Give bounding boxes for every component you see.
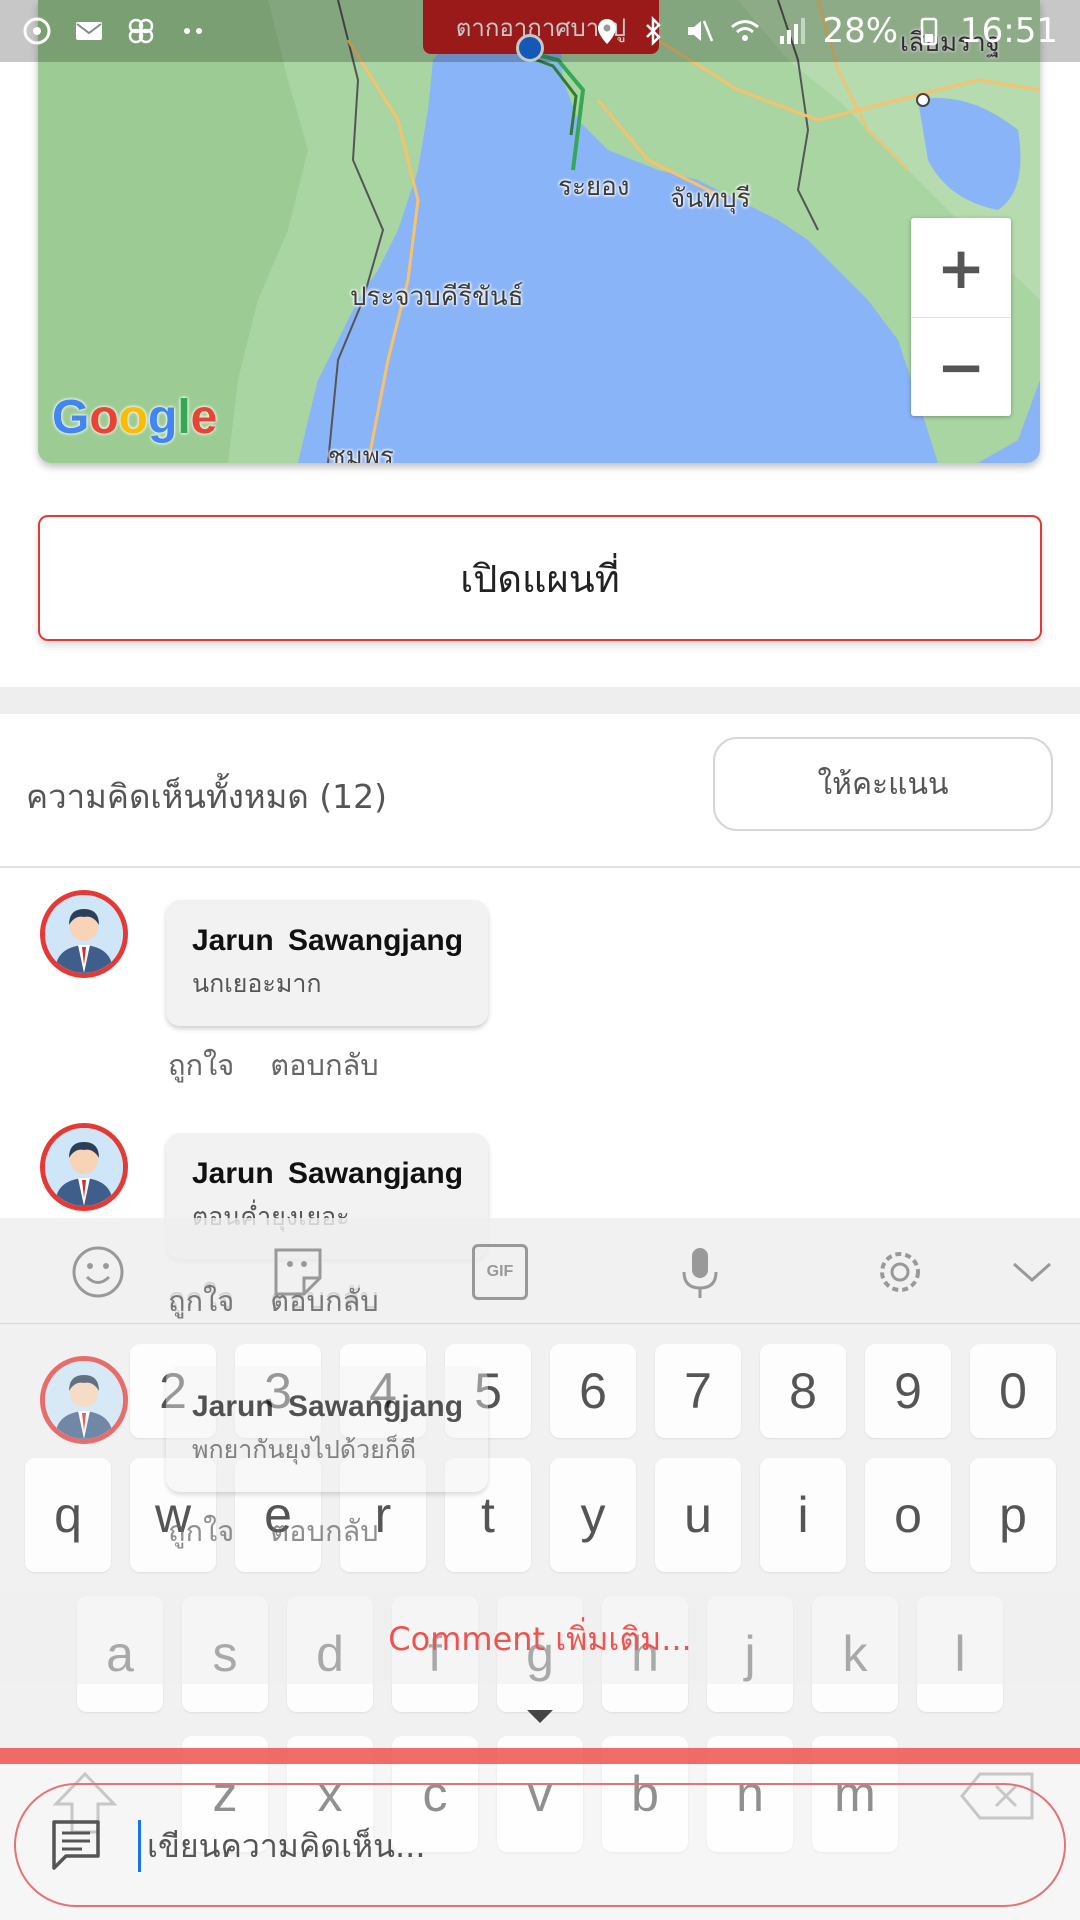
location-icon <box>598 19 617 44</box>
mute-icon <box>688 20 714 42</box>
user-avatar-icon <box>45 1361 123 1439</box>
comment-icon <box>52 1820 100 1870</box>
avatar[interactable] <box>40 1123 128 1211</box>
mail-icon <box>76 22 102 40</box>
like-link[interactable]: ถูกใจ <box>168 1042 234 1088</box>
rotate-lock-icon <box>23 17 51 45</box>
like-link[interactable]: ถูกใจ <box>168 1508 234 1554</box>
map-label-chumphon: ชุมพร <box>328 442 394 463</box>
pinwheel-icon <box>128 18 154 44</box>
avatar[interactable] <box>40 1356 128 1444</box>
more-comments-link[interactable]: Comment เพิ่มเติม... <box>0 1614 1080 1665</box>
map-view[interactable]: ระยอง จันทบุรี ประจวบคีรีขันธ์ ชุมพร เสี… <box>38 0 1040 463</box>
battery-percent: 28% <box>822 11 899 51</box>
map-label-chanthaburi: จันทบุรี <box>670 184 751 214</box>
settings-icon[interactable] <box>872 1244 928 1300</box>
comment-input[interactable] <box>138 1820 998 1872</box>
status-bar: 28% 16:51 <box>0 0 1080 62</box>
clock: 16:51 <box>960 11 1058 51</box>
map-label-rayong: ระยอง <box>558 172 630 202</box>
collapse-icon[interactable] <box>1004 1244 1060 1300</box>
comment-item: Jarun Sawangjang นกเยอะมาก ถูกใจ ตอบกลับ <box>0 890 1080 1120</box>
emoji-icon[interactable] <box>70 1244 126 1300</box>
user-avatar-icon <box>45 895 123 973</box>
input-accent-line <box>0 1748 1080 1764</box>
comment-item: Jarun Sawangjang พกยากันยุงไปด้วยก็ดี ถู… <box>0 1356 1080 1586</box>
comment-author[interactable]: Jarun Sawangjang <box>192 1157 463 1191</box>
bluetooth-icon <box>646 16 662 46</box>
header-divider <box>0 866 1080 868</box>
zoom-out-button[interactable]: − <box>911 317 1011 416</box>
zoom-in-button[interactable]: + <box>911 218 1011 317</box>
map-label-prachuap: ประจวบคีรีขันธ์ <box>350 282 524 312</box>
reply-link[interactable]: ตอบกลับ <box>270 1508 378 1554</box>
section-divider <box>0 687 1080 714</box>
reply-link[interactable]: ตอบกลับ <box>270 1042 378 1088</box>
like-link[interactable]: ถูกใจ <box>168 1278 234 1324</box>
signal-icon <box>780 18 806 44</box>
battery-icon <box>920 17 938 46</box>
comment-author[interactable]: Jarun Sawangjang <box>192 924 463 958</box>
open-map-button[interactable]: เปิดแผนที่ <box>38 515 1042 641</box>
keyboard-toolbar: GIF <box>0 1218 1080 1324</box>
avatar[interactable] <box>40 890 128 978</box>
microphone-icon[interactable] <box>672 1244 728 1300</box>
comment-author[interactable]: Jarun Sawangjang <box>192 1390 463 1424</box>
comment-actions-overlay: ถูกใจ ตอบกลับ <box>168 1278 379 1324</box>
gif-icon[interactable]: GIF <box>472 1244 528 1300</box>
comment-bubble: Jarun Sawangjang นกเยอะมาก <box>166 900 488 1026</box>
zoom-control: + − <box>911 218 1011 416</box>
user-avatar-icon <box>45 1128 123 1206</box>
more-dots-icon <box>184 28 202 34</box>
comment-text: พกยากันยุงไปด้วยก็ดี <box>192 1435 417 1464</box>
comments-title: ความคิดเห็นทั้งหมด (12) <box>26 777 388 816</box>
comment-bubble: Jarun Sawangjang พกยากันยุงไปด้วยก็ดี <box>166 1366 488 1492</box>
reply-link[interactable]: ตอบกลับ <box>270 1278 378 1324</box>
comment-text: นกเยอะมาก <box>192 969 322 998</box>
caret-down-icon <box>527 1710 553 1723</box>
google-logo: Google <box>52 391 218 444</box>
wifi-icon <box>731 20 760 41</box>
rate-button[interactable]: ให้คะแนน <box>713 737 1053 831</box>
